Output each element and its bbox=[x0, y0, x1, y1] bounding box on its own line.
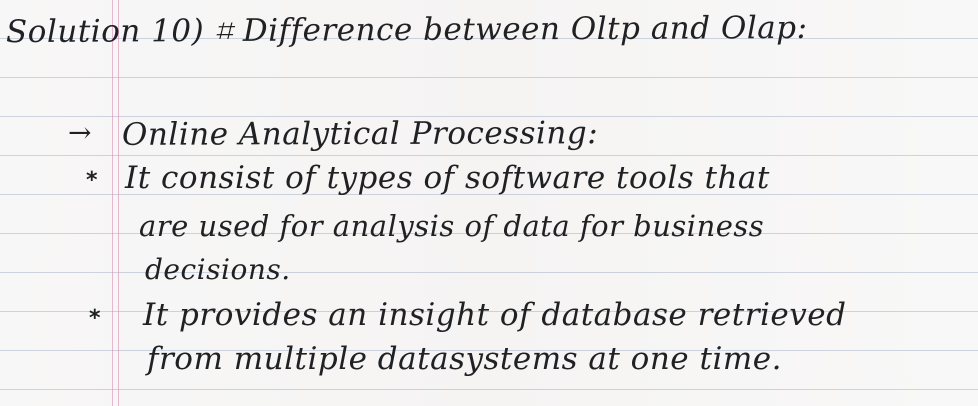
bullet-icon: * bbox=[86, 168, 98, 193]
section-heading: Online Analytical Processing: bbox=[121, 115, 599, 153]
notebook-page: Solution 10) ⌗ Difference between Oltp a… bbox=[0, 0, 978, 406]
bullet-2-line-1: It provides an insight of database retri… bbox=[143, 297, 847, 333]
bullet-1-line-3: decisions. bbox=[145, 253, 291, 286]
bullet-1-line-1: It consist of types of software tools th… bbox=[125, 160, 770, 196]
bullet-icon: * bbox=[89, 306, 101, 331]
bullet-1-line-2: are used for analysis of data for busine… bbox=[139, 209, 765, 243]
section-arrow-icon: → bbox=[68, 116, 92, 149]
notebook-margin-line bbox=[112, 0, 113, 406]
bullet-2-line-2: from multiple datasystems at one time. bbox=[147, 341, 782, 377]
page-title: Solution 10) ⌗ Difference between Oltp a… bbox=[5, 9, 808, 51]
notebook-margin-line bbox=[118, 0, 119, 406]
